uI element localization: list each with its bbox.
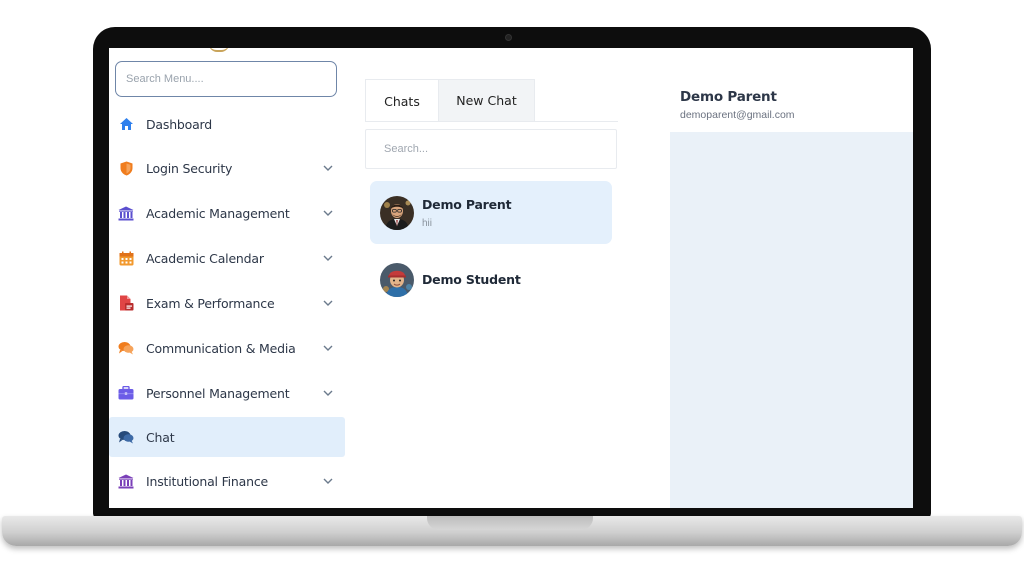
tab-divider (365, 121, 618, 122)
sidebar-item-label: Academic Management (146, 205, 290, 221)
home-icon (118, 116, 134, 132)
logo (209, 48, 229, 52)
sidebar-item-label: Personnel Management (146, 385, 290, 401)
conversation-header: Demo Parent demoparent@gmail.com (670, 48, 913, 132)
avatar-student (380, 262, 414, 297)
chevron-down-icon (323, 165, 333, 171)
sidebar-item-label: Institutional Finance (146, 473, 268, 489)
bank-icon (118, 473, 134, 489)
sidebar-item-personnel-management[interactable]: Personnel Management (109, 373, 345, 413)
shield-icon (118, 160, 134, 176)
sidebar-item-login-security[interactable]: Login Security (109, 148, 345, 188)
chat-search-input[interactable]: Search... (365, 129, 617, 169)
chevron-down-icon (323, 390, 333, 396)
calendar-icon (118, 250, 134, 266)
chevron-down-icon (323, 210, 333, 216)
chat-bubbles-icon (118, 429, 134, 445)
chat-contact-name: Demo Student (422, 272, 521, 287)
tab-new-chat[interactable]: New Chat (439, 79, 535, 122)
conversation-messages-area[interactable] (670, 132, 913, 508)
sidebar-item-communication-media[interactable]: Communication & Media (109, 328, 345, 368)
briefcase-icon (118, 385, 134, 401)
chat-tabs: Chats New Chat (365, 79, 535, 122)
chevron-down-icon (323, 255, 333, 261)
chevron-down-icon (323, 478, 333, 484)
chat-list-item-demo-parent[interactable]: Demo Parent hii (370, 181, 612, 244)
sidebar-item-label: Communication & Media (146, 340, 296, 356)
file-pdf-icon (118, 295, 134, 311)
sidebar-item-label: Exam & Performance (146, 295, 275, 311)
tab-chats[interactable]: Chats (365, 79, 439, 122)
chat-contact-name: Demo Parent (422, 196, 512, 212)
laptop-base-notch (427, 516, 593, 530)
conversation-contact-name: Demo Parent (680, 89, 777, 105)
sidebar-item-institutional-finance[interactable]: Institutional Finance (109, 461, 345, 501)
chat-list-item-demo-student[interactable]: Demo Student (370, 248, 612, 311)
institution-icon (118, 205, 134, 221)
webcam (505, 34, 512, 41)
comments-icon (118, 340, 134, 356)
sidebar: Search Menu.... Dashboard Login Security… (109, 48, 347, 508)
app-screen: Search Menu.... Dashboard Login Security… (109, 48, 913, 508)
sidebar-item-label: Login Security (146, 160, 233, 176)
chat-last-message: hii (422, 217, 433, 229)
sidebar-item-label: Dashboard (146, 116, 213, 132)
search-menu-input[interactable]: Search Menu.... (115, 61, 337, 97)
avatar-parent (380, 195, 414, 230)
sidebar-item-academic-management[interactable]: Academic Management (109, 193, 345, 233)
sidebar-item-label: Academic Calendar (146, 250, 264, 266)
sidebar-item-academic-calendar[interactable]: Academic Calendar (109, 238, 345, 278)
sidebar-item-label: Chat (146, 429, 175, 445)
chevron-down-icon (323, 300, 333, 306)
sidebar-item-dashboard[interactable]: Dashboard (109, 104, 345, 144)
sidebar-item-exam-performance[interactable]: Exam & Performance (109, 283, 345, 323)
sidebar-item-chat[interactable]: Chat (109, 417, 345, 457)
chevron-down-icon (323, 345, 333, 351)
conversation-contact-email: demoparent@gmail.com (680, 109, 795, 121)
